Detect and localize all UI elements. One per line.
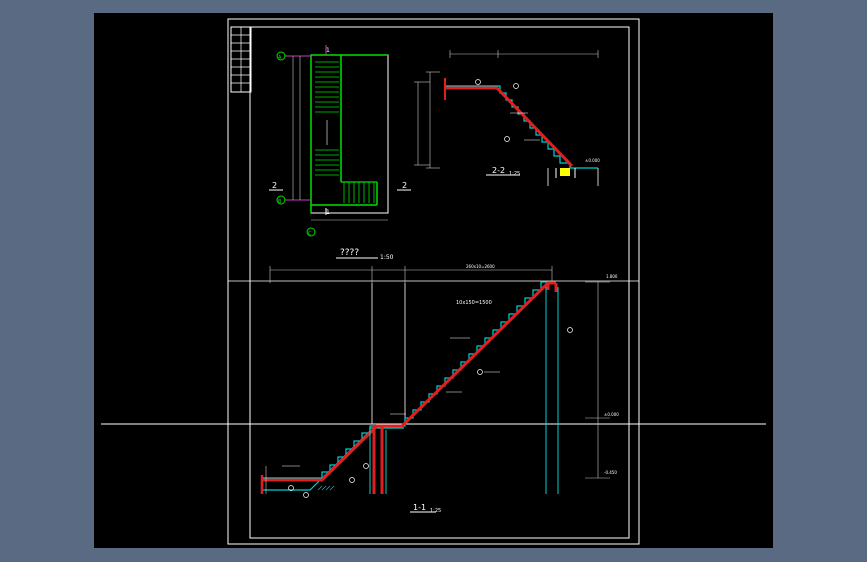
axis-label-b: B xyxy=(278,199,282,205)
section-1-1-top-elevation: 1.800 xyxy=(606,274,618,279)
section-1-1-scale: 1:25 xyxy=(430,508,441,514)
section-1-1-view xyxy=(260,266,610,513)
sheet-outer-frame xyxy=(227,18,640,545)
cut-mark-top: 1 xyxy=(326,47,330,54)
cut-mark-bottom: 1 xyxy=(326,209,330,216)
section-1-1-flight-note: 10x150=1500 xyxy=(456,300,492,306)
cut-mark-left: 2 xyxy=(272,181,277,190)
section-1-1-bottom-elevation: -0.450 xyxy=(604,470,617,475)
sheet-inner-frame xyxy=(249,26,630,539)
plan-title: ???? xyxy=(340,248,359,258)
section-2-2-view xyxy=(426,50,599,186)
cad-drawing: ???? 1:50 2-2 1:25 1-1 1:25 2 2 1 1 A B … xyxy=(101,18,766,545)
section-2-2-title: 2-2 xyxy=(492,166,505,175)
plan-scale: 1:50 xyxy=(380,254,394,261)
axis-label-a: A xyxy=(278,55,282,61)
section-1-1-upper-dim: 260x10=2600 xyxy=(466,264,495,269)
section-1-1-mid-elevation: ±0.000 xyxy=(604,412,619,417)
stair-plan-view xyxy=(269,45,430,259)
cut-mark-right: 2 xyxy=(402,181,407,190)
title-block xyxy=(230,26,252,93)
section-2-2-elevation: ±0.000 xyxy=(585,158,600,163)
section-1-1-title: 1-1 xyxy=(413,503,426,512)
axis-label-c: C xyxy=(308,231,312,237)
section-2-2-scale: 1:25 xyxy=(509,171,520,177)
